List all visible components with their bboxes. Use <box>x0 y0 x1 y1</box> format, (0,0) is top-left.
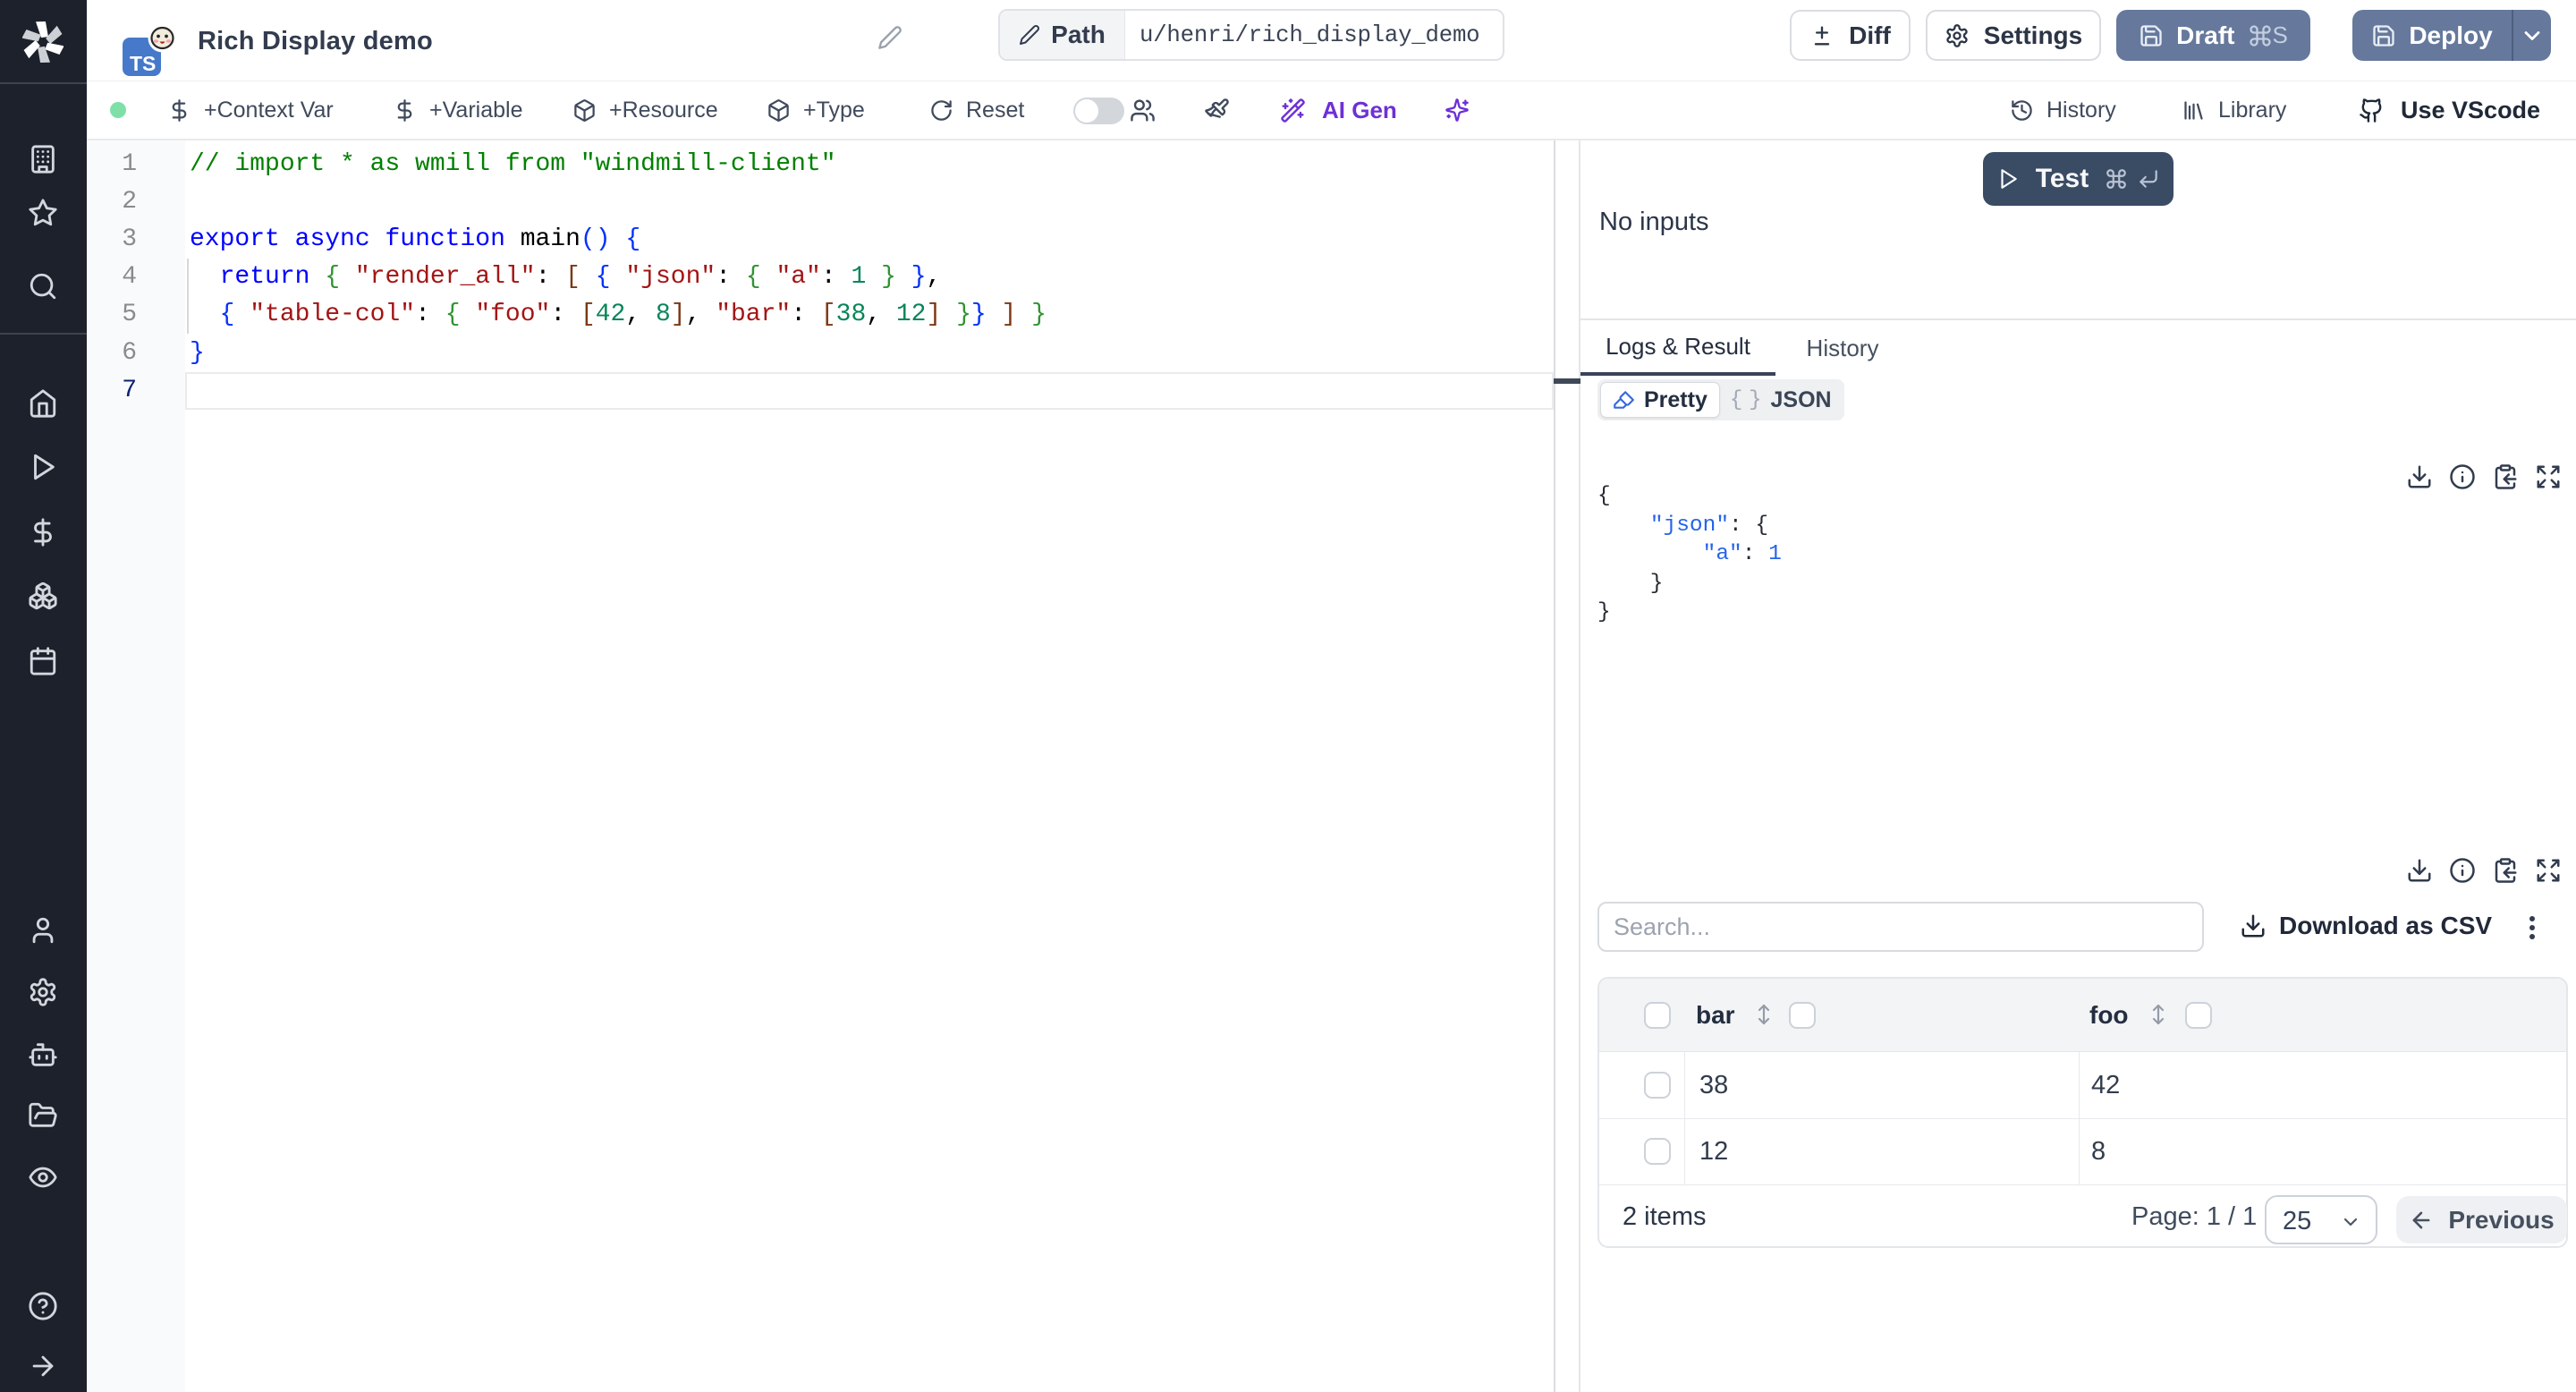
svg-text:TS: TS <box>130 52 156 75</box>
